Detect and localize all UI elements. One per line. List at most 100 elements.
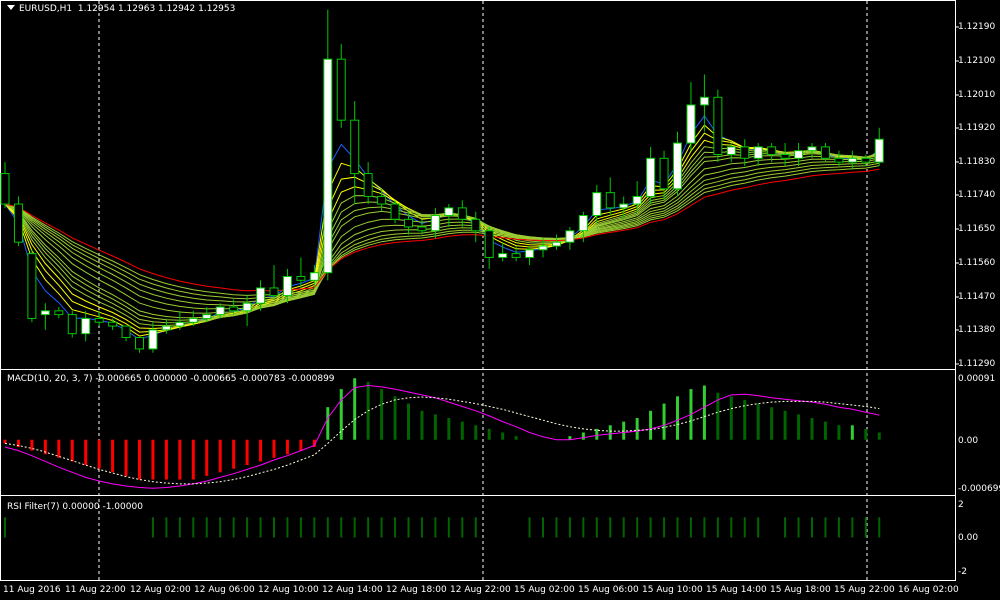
candle-body xyxy=(538,245,548,251)
candle-body xyxy=(256,287,266,304)
candle-body xyxy=(847,157,857,163)
candle-body xyxy=(377,195,387,205)
candle-body xyxy=(659,157,669,190)
ohlc-low: 1.12942 xyxy=(158,4,196,14)
candle-body xyxy=(471,218,481,232)
macd-axis-tick: 0.00091 xyxy=(958,374,996,384)
macd-axis-tick: -0.000699 xyxy=(958,484,1000,494)
time-tick: 11 Aug 2016 xyxy=(3,585,61,595)
main-chart-label[interactable]: EURUSD,H1 1.12954 1.12963 1.12942 1.1295… xyxy=(7,4,235,14)
candle-body xyxy=(67,314,77,335)
time-tick: 12 Aug 10:00 xyxy=(258,585,319,595)
time-tick: 11 Aug 22:00 xyxy=(65,585,126,595)
candle-body xyxy=(444,207,454,216)
price-tick: 1.11290 xyxy=(958,359,996,369)
candle-body xyxy=(94,317,104,323)
candle-body xyxy=(699,96,709,106)
time-tick: 12 Aug 06:00 xyxy=(194,585,255,595)
candle-body xyxy=(726,146,736,155)
moving-average-line xyxy=(4,165,880,296)
candle-body xyxy=(578,215,588,232)
candle-body xyxy=(229,306,239,312)
candle-body xyxy=(54,310,64,316)
candle-body xyxy=(767,146,777,155)
candle-body xyxy=(592,192,602,216)
moving-average-line xyxy=(4,162,880,300)
time-tick: 12 Aug 14:00 xyxy=(322,585,383,595)
candle-body xyxy=(390,203,400,220)
price-tick: 1.11740 xyxy=(958,190,996,200)
ohlc-open: 1.12954 xyxy=(77,4,116,14)
candle-body xyxy=(108,321,118,327)
candle-body xyxy=(686,104,696,144)
candle-body xyxy=(713,96,723,155)
candle-body xyxy=(363,173,373,197)
candle-body xyxy=(148,329,158,350)
candle-body xyxy=(27,253,37,319)
candle-body xyxy=(646,157,656,197)
price-tick: 1.12010 xyxy=(958,90,996,100)
candle-body xyxy=(780,154,790,159)
price-tick: 1.11380 xyxy=(958,325,996,335)
candle-body xyxy=(551,241,561,247)
candle-body xyxy=(673,142,682,190)
time-tick: 15 Aug 02:00 xyxy=(514,585,575,595)
rsi-filter-label: RSI Filter(7) 0.00000 -1.00000 xyxy=(7,502,143,512)
chart-frame xyxy=(0,0,956,581)
macd-main-line xyxy=(4,384,880,489)
price-tick: 1.12190 xyxy=(958,22,996,32)
candle-body xyxy=(794,150,804,159)
candle-body xyxy=(632,195,642,205)
price-tick: 1.11650 xyxy=(958,224,996,234)
chart-canvas[interactable] xyxy=(0,0,1000,600)
candle-body xyxy=(404,218,413,228)
candle-body xyxy=(619,203,629,209)
ohlc-close: 1.12953 xyxy=(198,4,236,14)
candle-body xyxy=(269,287,279,297)
macd-label: MACD(10, 20, 3, 7) -0.000665 0.000000 -0… xyxy=(7,374,335,384)
candle-body xyxy=(309,272,319,281)
macd-axis-tick: 0.00 xyxy=(958,436,979,446)
candle-body xyxy=(605,192,615,209)
rsi-axis-tick: 2 xyxy=(958,500,964,510)
time-tick: 16 Aug 02:00 xyxy=(898,585,959,595)
candle-body xyxy=(296,276,306,281)
rsi-axis-tick: 0.00 xyxy=(958,533,979,543)
candle-body xyxy=(0,173,10,205)
candle-body xyxy=(565,230,575,243)
price-tick: 1.11920 xyxy=(958,123,996,133)
candle-body xyxy=(215,306,225,316)
candle-body xyxy=(430,215,440,232)
candle-body xyxy=(525,249,535,258)
candle-body xyxy=(807,146,817,152)
moving-average-line xyxy=(4,146,880,327)
candle-body xyxy=(498,253,508,258)
candle-body xyxy=(40,310,50,316)
candle-body xyxy=(188,317,198,323)
macd-signal-line xyxy=(4,396,880,485)
candle-body xyxy=(484,230,494,258)
candle-body xyxy=(511,253,521,258)
ohlc-high: 1.12963 xyxy=(117,4,156,14)
time-tick: 15 Aug 18:00 xyxy=(770,585,831,595)
candle-body xyxy=(336,58,346,121)
candle-body xyxy=(282,276,292,297)
symbol-label: EURUSD,H1 xyxy=(19,4,73,14)
candle-body xyxy=(81,317,91,335)
candle-body xyxy=(350,119,360,175)
price-tick: 1.11830 xyxy=(958,157,996,167)
candle-body xyxy=(820,146,830,159)
time-tick: 15 Aug 22:00 xyxy=(834,585,895,595)
trading-terminal: EURUSD,H1 1.12954 1.12963 1.12942 1.1295… xyxy=(0,0,1000,600)
moving-average-line xyxy=(4,151,880,321)
dropdown-triangle-icon[interactable] xyxy=(7,5,15,10)
candle-body xyxy=(874,138,884,163)
candle-body xyxy=(457,207,467,220)
time-tick: 15 Aug 10:00 xyxy=(642,585,703,595)
candle-body xyxy=(417,226,427,232)
time-tick: 15 Aug 14:00 xyxy=(706,585,767,595)
price-tick: 1.11560 xyxy=(958,258,996,268)
candle-body xyxy=(161,325,171,331)
candle-body xyxy=(175,321,185,327)
candle-body xyxy=(242,302,252,312)
